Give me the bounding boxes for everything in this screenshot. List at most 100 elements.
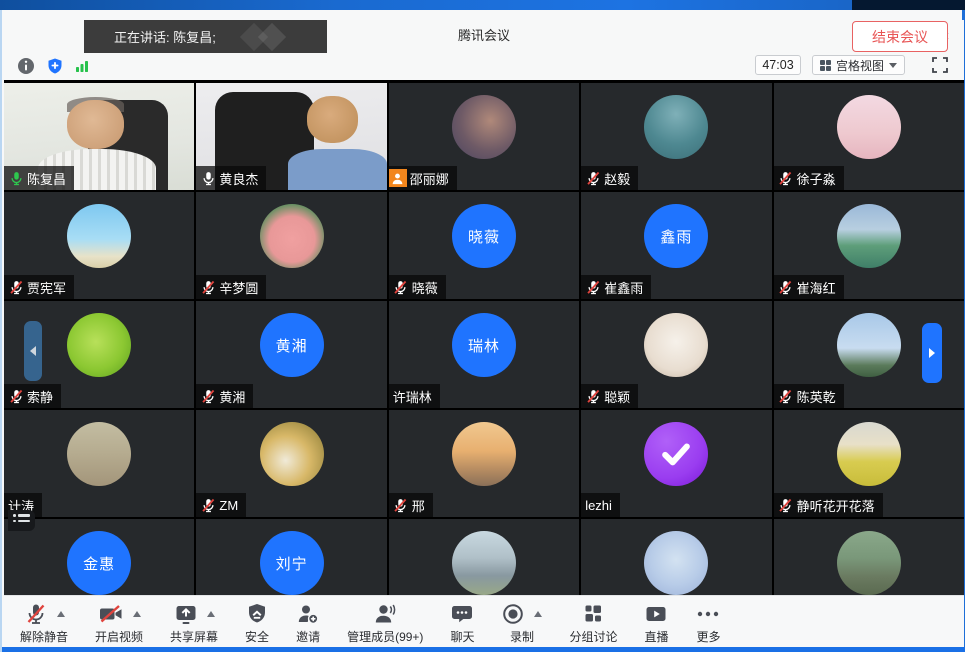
avatar xyxy=(452,95,516,159)
avatar xyxy=(644,313,708,377)
participant-tile[interactable]: 邵丽娜 xyxy=(389,83,579,190)
mic-on-icon xyxy=(8,170,24,186)
expand-caret-icon[interactable] xyxy=(534,611,542,617)
mic-muted-icon xyxy=(8,388,24,404)
participant-tile[interactable]: 鑫雨 崔鑫雨 xyxy=(581,192,771,299)
avatar: 黄湘 xyxy=(260,313,324,377)
participant-tile[interactable] xyxy=(581,519,771,605)
next-page-arrow[interactable] xyxy=(922,323,942,383)
meeting-info-icon[interactable] xyxy=(16,56,36,76)
layout-view-selector[interactable]: 宫格视图 xyxy=(812,55,905,75)
toolbar-item-breakout-rooms[interactable]: 分组讨论 xyxy=(569,601,617,645)
participant-tile[interactable]: 计涛 xyxy=(4,410,194,517)
participant-name: 贾宪军 xyxy=(27,278,66,297)
record-icon xyxy=(501,602,525,626)
participant-tile[interactable]: 崔海红 xyxy=(774,192,964,299)
participant-name-label: 静听花开花落 xyxy=(774,493,883,517)
mic-muted-icon xyxy=(393,279,409,295)
members-icon xyxy=(373,602,397,626)
toolbar-item-label: 开启视频 xyxy=(95,628,143,645)
end-meeting-button[interactable]: 结束会议 xyxy=(852,21,948,52)
participant-name: lezhi xyxy=(585,498,612,513)
participant-name: ZM xyxy=(219,498,238,513)
avatar xyxy=(452,531,516,595)
participant-tile[interactable]: 邢 xyxy=(389,410,579,517)
participant-name-label: lezhi xyxy=(581,493,620,517)
avatar: 刘宁 xyxy=(260,531,324,595)
toolbar-item-mic-muted[interactable]: 解除静音 xyxy=(20,601,68,645)
participant-tile[interactable] xyxy=(774,519,964,605)
participant-name-label: 聪颖 xyxy=(581,384,638,408)
participant-tile[interactable]: 黄湘 黄湘 xyxy=(196,301,386,408)
avatar xyxy=(452,422,516,486)
network-status-icon[interactable] xyxy=(72,56,92,76)
participant-name: 晓薇 xyxy=(412,278,438,297)
avatar xyxy=(644,422,708,486)
toolbar-item-label: 录制 xyxy=(510,628,534,645)
meeting-logo-icon xyxy=(232,23,322,51)
mic-muted-icon xyxy=(585,279,601,295)
participant-tile[interactable] xyxy=(389,519,579,605)
mic-muted-icon xyxy=(778,279,794,295)
toolbar-item-label: 邀请 xyxy=(296,628,320,645)
avatar xyxy=(67,204,131,268)
participant-name: 静听花开花落 xyxy=(797,496,875,515)
avatar xyxy=(644,95,708,159)
share-screen-icon xyxy=(174,602,198,626)
avatar: 晓薇 xyxy=(452,204,516,268)
toolbar-item-record[interactable]: 录制 xyxy=(501,601,542,645)
participant-tile[interactable]: 辛梦圆 xyxy=(196,192,386,299)
mic-muted-icon xyxy=(200,279,216,295)
participant-name: 崔鑫雨 xyxy=(604,278,643,297)
avatar: 瑞林 xyxy=(452,313,516,377)
participant-tile[interactable]: 陈复昌 xyxy=(4,83,194,190)
participant-name: 索静 xyxy=(27,387,53,406)
participant-tile[interactable]: 静听花开花落 xyxy=(774,410,964,517)
participant-tile[interactable]: 瑞林许瑞林 xyxy=(389,301,579,408)
participant-name: 邢 xyxy=(412,496,425,515)
participant-tile[interactable]: 贾宪军 xyxy=(4,192,194,299)
participant-tile[interactable]: ZM xyxy=(196,410,386,517)
member-list-toggle-icon[interactable] xyxy=(8,510,35,531)
toolbar-item-label: 直播 xyxy=(644,628,668,645)
toolbar-item-label: 共享屏幕 xyxy=(170,628,218,645)
toolbar-item-camera-off[interactable]: 开启视频 xyxy=(95,601,143,645)
participant-tile[interactable]: 金惠 金惠 xyxy=(4,519,194,605)
mic-muted-icon xyxy=(200,497,216,513)
participant-name: 黄湘 xyxy=(219,387,245,406)
toolbar-item-chat-bubble[interactable]: 聊天 xyxy=(450,601,474,645)
toolbar-item-label: 解除静音 xyxy=(20,628,68,645)
participant-tile[interactable]: 黄良杰 xyxy=(196,83,386,190)
participant-name-label: ZM xyxy=(196,493,246,517)
fullscreen-button[interactable] xyxy=(930,55,950,75)
participant-name-label: 邢 xyxy=(389,493,433,517)
toolbar-item-security-shield[interactable]: 安全 xyxy=(245,601,269,645)
toolbar-item-live-stream[interactable]: 直播 xyxy=(644,601,668,645)
participant-name: 邵丽娜 xyxy=(410,169,449,188)
expand-caret-icon[interactable] xyxy=(133,611,141,617)
active-speaker-banner: 正在讲话: 陈复昌; xyxy=(84,20,327,53)
participant-tile[interactable]: 刘宁刘宁 xyxy=(196,519,386,605)
toolbar-item-members[interactable]: 管理成员(99+) xyxy=(347,601,423,645)
mic-muted-icon xyxy=(8,279,24,295)
avatar xyxy=(837,204,901,268)
avatar xyxy=(67,313,131,377)
participant-tile[interactable]: 聪颖 xyxy=(581,301,771,408)
meeting-protection-icon[interactable] xyxy=(45,56,65,76)
participant-tile[interactable]: 晓薇 晓薇 xyxy=(389,192,579,299)
prev-page-arrow[interactable] xyxy=(24,321,42,381)
avatar xyxy=(260,422,324,486)
toolbar-item-label: 分组讨论 xyxy=(569,628,617,645)
toolbar-item-invite-person[interactable]: 邀请 xyxy=(296,601,320,645)
participant-name-label: 晓薇 xyxy=(389,275,446,299)
participant-name: 崔海红 xyxy=(797,278,836,297)
expand-caret-icon[interactable] xyxy=(207,611,215,617)
expand-caret-icon[interactable] xyxy=(57,611,65,617)
participant-tile[interactable]: 赵毅 xyxy=(581,83,771,190)
toolbar-item-more-dots[interactable]: 更多 xyxy=(695,601,721,645)
status-toolbar: 47:03 宫格视图 xyxy=(4,52,964,80)
mic-muted-icon xyxy=(585,388,601,404)
toolbar-item-share-screen[interactable]: 共享屏幕 xyxy=(170,601,218,645)
participant-tile[interactable]: 徐子淼 xyxy=(774,83,964,190)
participant-tile[interactable]: lezhi xyxy=(581,410,771,517)
